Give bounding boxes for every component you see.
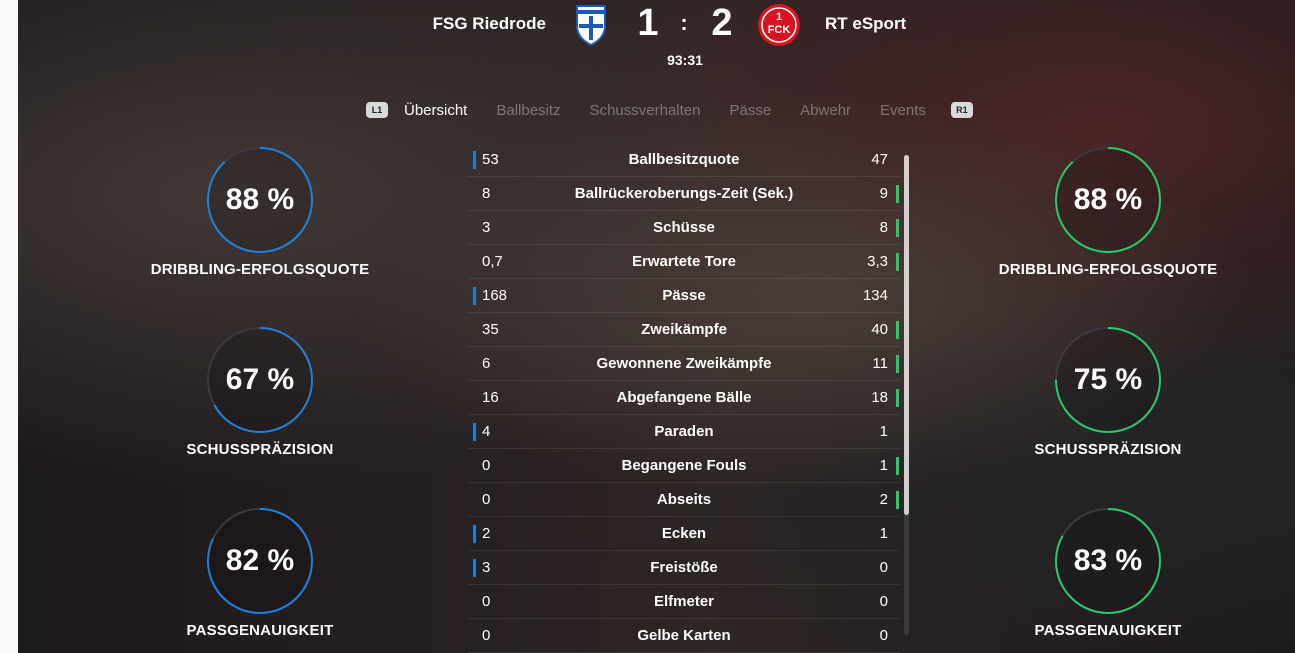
stat-row: 35 Zweikämpfe 40 — [468, 313, 900, 347]
stat-label: Ecken — [661, 525, 707, 542]
home-score: 1 — [637, 2, 659, 44]
stat-away-value: 47 — [871, 151, 888, 168]
stat-row: 168 Pässe 134 — [468, 279, 900, 313]
l1-button-icon[interactable]: L1 — [366, 102, 388, 118]
stat-label: Abgefangene Bälle — [616, 389, 752, 406]
stat-label: Gewonnene Zweikämpfe — [596, 355, 772, 372]
score-separator: : — [680, 10, 688, 35]
fck-crest-icon: 1 FCK — [758, 4, 800, 46]
stat-away-value: 2 — [879, 491, 888, 508]
stat-away-value: 134 — [862, 287, 888, 304]
away-gauge-value: 83 % — [1073, 544, 1143, 577]
scrollbar-thumb[interactable] — [904, 155, 909, 515]
stat-row: 6 Gewonnene Zweikämpfe 11 — [468, 347, 900, 381]
stat-row: 2 Ecken 1 — [468, 517, 900, 551]
stat-label: Freistöße — [650, 559, 718, 576]
stat-away-value: 3,3 — [867, 253, 888, 270]
stat-label: Elfmeter — [653, 593, 715, 610]
stat-label: Schüsse — [653, 219, 715, 236]
home-gauge-label: DRIBBLING-ERFOLGSQUOTE — [150, 261, 370, 278]
stat-away-value: 8 — [879, 219, 888, 236]
stat-away-value: 0 — [879, 627, 888, 644]
stat-label: Ballbesitzquote — [628, 151, 740, 168]
away-gauge-passgenauigkeit: 83 % — [1053, 506, 1163, 616]
stat-away-value: 0 — [879, 559, 888, 576]
left-edge-strip — [0, 0, 18, 653]
stat-away-value: 40 — [871, 321, 888, 338]
away-gauge-schusspraezision: 75 % — [1053, 325, 1163, 435]
svg-text:1: 1 — [776, 11, 782, 23]
stat-label: Gelbe Karten — [637, 627, 731, 644]
stat-away-value: 1 — [879, 423, 888, 440]
stat-away-value: 18 — [871, 389, 888, 406]
stat-label: Zweikämpfe — [641, 321, 727, 338]
stats-table: 53 Ballbesitzquote 47 8 Ballrückeroberungs-Z… — [468, 143, 900, 653]
stat-row: 0,7 Erwartete Tore 3,3 — [468, 245, 900, 279]
stat-label: Pässe — [662, 287, 706, 304]
stat-label: Abseits — [656, 491, 712, 508]
home-gauge-schusspraezision: 67 % — [205, 325, 315, 435]
tab-ballbesitz[interactable]: Ballbesitz — [496, 102, 560, 119]
tab-events[interactable]: Events — [880, 102, 926, 119]
home-gauge-value: 88 % — [225, 183, 295, 216]
match-clock: 93:31 — [667, 52, 703, 68]
stat-away-value: 0 — [879, 593, 888, 610]
stat-row: 3 Freistöße 0 — [468, 551, 900, 585]
away-gauge-dribbling: 88 % — [1053, 145, 1163, 255]
stat-row: 0 Begangene Fouls 1 — [468, 449, 900, 483]
stat-row: 0 Gelbe Karten 0 — [468, 619, 900, 653]
tab-abwehr[interactable]: Abwehr — [800, 102, 851, 119]
tab-uebersicht[interactable]: Übersicht — [404, 102, 467, 119]
stat-away-value: 1 — [879, 525, 888, 542]
home-gauge-label: PASSGENAUIGKEIT — [186, 622, 334, 639]
stat-row: 16 Abgefangene Bälle 18 — [468, 381, 900, 415]
stat-row: 0 Elfmeter 0 — [468, 585, 900, 619]
home-team-name: FSG Riedrode — [432, 14, 546, 33]
home-gauge-label: SCHUSSPRÄZISION — [186, 441, 334, 458]
stat-away-value: 1 — [879, 457, 888, 474]
stat-label: Paraden — [654, 423, 714, 440]
away-gauge-label: PASSGENAUIGKEIT — [1034, 622, 1182, 639]
stat-row: 0 Abseits 2 — [468, 483, 900, 517]
stat-row: 4 Paraden 1 — [468, 415, 900, 449]
stats-tab-bar: L1 Übersicht Ballbesitz Schussverhalten … — [366, 98, 973, 122]
stat-row: 53 Ballbesitzquote 47 — [468, 143, 900, 177]
away-gauge-value: 75 % — [1073, 363, 1143, 396]
away-team-name: RT eSport — [825, 14, 907, 33]
finland-crest-icon — [576, 5, 606, 46]
stat-label: Begangene Fouls — [621, 457, 747, 474]
away-gauge-label: SCHUSSPRÄZISION — [1034, 441, 1182, 458]
home-gauge-dribbling: 88 % — [205, 145, 315, 255]
away-gauge-value: 88 % — [1073, 183, 1143, 216]
home-gauge-value: 82 % — [225, 544, 295, 577]
stat-label: Ballrückeroberungs-Zeit (Sek.) — [574, 185, 794, 202]
tab-schussverhalten[interactable]: Schussverhalten — [590, 102, 701, 119]
stat-away-value: 9 — [879, 185, 888, 202]
stat-label: Erwartete Tore — [632, 253, 736, 270]
away-crest-text: FCK — [768, 24, 791, 36]
stat-row: 8 Ballrückeroberungs-Zeit (Sek.) 9 — [468, 177, 900, 211]
tab-paesse[interactable]: Pässe — [729, 102, 771, 119]
r1-button-icon[interactable]: R1 — [950, 102, 973, 118]
away-score: 2 — [711, 2, 733, 44]
stat-away-value: 11 — [872, 355, 888, 372]
home-gauge-value: 67 % — [225, 363, 295, 396]
home-gauge-passgenauigkeit: 82 % — [205, 506, 315, 616]
stat-row: 3 Schüsse 8 — [468, 211, 900, 245]
away-gauge-label: DRIBBLING-ERFOLGSQUOTE — [998, 261, 1218, 278]
scoreboard: FSG Riedrode 1 : 2 1 FCK RT eSport 93:31 — [0, 0, 1295, 80]
